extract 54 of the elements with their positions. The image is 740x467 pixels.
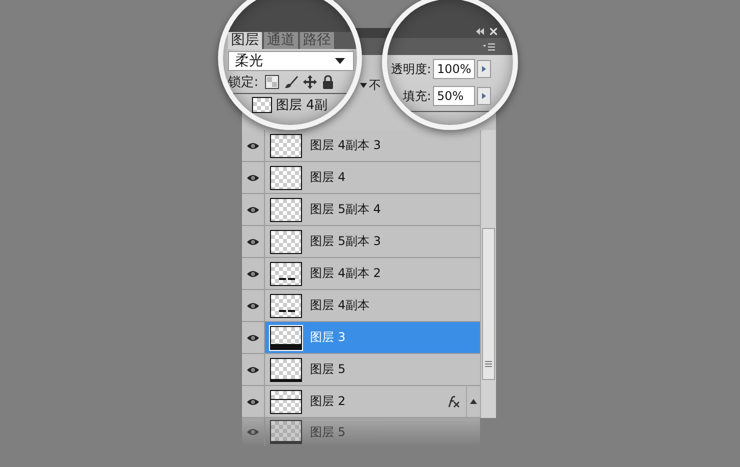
layer-row[interactable]: 图层 4副本 3 [242, 130, 480, 162]
panel-tab[interactable]: 图层 [228, 32, 262, 49]
menu-icon [483, 42, 495, 50]
grip-icon [485, 361, 492, 367]
eye-icon [246, 300, 260, 310]
blend-mode-dropdown[interactable]: 柔光 [228, 51, 354, 71]
layer-name: 图层 4副本 3 [310, 137, 381, 154]
caret-down-icon [335, 58, 345, 64]
layer-name: 图层 4副本 2 [310, 265, 381, 282]
fill-field[interactable]: 50% [433, 86, 475, 106]
arrow-right-icon [482, 93, 486, 99]
lock-transparency-icon [265, 75, 280, 89]
layer-row[interactable]: 图层 5副本 3 [242, 226, 480, 258]
caret-up-icon [470, 399, 477, 404]
layer-row[interactable]: 图层 4副本 2 [242, 258, 480, 290]
arrow-right-icon [482, 66, 486, 72]
fill-label: 填充: [402, 88, 431, 104]
close-icon [490, 28, 497, 35]
layer-name: 图层 4 [310, 169, 346, 186]
layer-name: 图层 3 [310, 329, 346, 346]
opacity-label: 不 [369, 77, 381, 93]
opacity-label: 透明度: [390, 60, 431, 78]
layer-row[interactable]: 图层 4 [242, 162, 480, 194]
eye-icon [246, 332, 260, 342]
layer-name: 图层 5副本 4 [310, 201, 381, 218]
eye-icon [246, 427, 260, 437]
eye-icon [246, 172, 260, 182]
opacity-field[interactable]: 100% [433, 59, 475, 79]
visibility-toggle[interactable] [242, 322, 265, 353]
layer-name: 图层 5 [310, 361, 346, 378]
brush-icon [284, 75, 298, 89]
layer-row[interactable]: 图层 5 [242, 354, 480, 386]
layer-name: 图层 2 [310, 393, 346, 410]
slider-button[interactable] [477, 87, 491, 105]
slider-button[interactable] [477, 60, 491, 78]
eye-icon [246, 204, 260, 214]
eye-icon [246, 364, 260, 374]
eye-icon [246, 140, 260, 150]
collapse-icon [476, 28, 484, 35]
layer-row[interactable]: 图层 5副本 4 [242, 194, 480, 226]
layer-name: 图层 4副本 [310, 297, 370, 314]
layer-name-reflection: 图层 5 [310, 424, 346, 440]
scrollbar[interactable] [480, 130, 496, 418]
eye-icon [246, 396, 260, 406]
layer-row[interactable]: 图层 2 [242, 386, 480, 418]
caret-down-icon [360, 83, 367, 88]
move-icon [303, 75, 318, 89]
eye-icon [246, 268, 260, 278]
eye-icon [246, 236, 260, 246]
layer-name: 图层 5副本 3 [310, 233, 381, 250]
layer-name: 图层 4副 [276, 97, 328, 114]
scroll-thumb[interactable] [482, 228, 495, 380]
lock-label: 锁定: [228, 74, 258, 91]
lock-icon [322, 75, 334, 89]
